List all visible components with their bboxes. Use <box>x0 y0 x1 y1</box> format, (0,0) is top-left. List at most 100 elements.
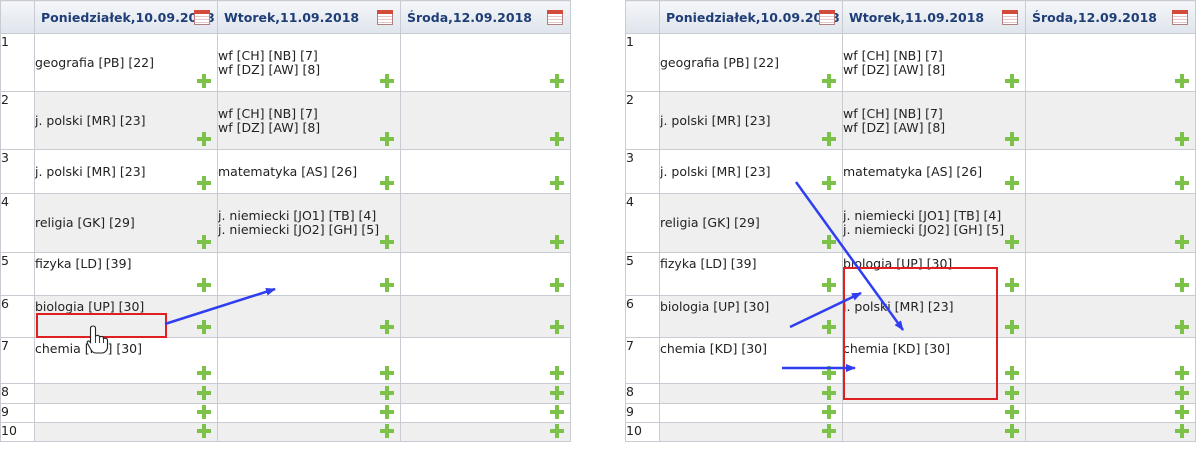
add-lesson-plus-icon[interactable] <box>550 176 564 190</box>
lesson-cell[interactable] <box>400 149 571 194</box>
add-lesson-plus-icon[interactable] <box>1005 235 1019 249</box>
lesson-cell[interactable] <box>659 383 843 404</box>
add-lesson-plus-icon[interactable] <box>380 132 394 146</box>
add-lesson-plus-icon[interactable] <box>822 320 836 334</box>
lesson-entry[interactable]: wf [DZ] [AW] [8] <box>219 62 400 77</box>
add-lesson-plus-icon[interactable] <box>197 176 211 190</box>
lesson-cell[interactable] <box>842 422 1026 442</box>
lesson-cell[interactable] <box>400 33 571 92</box>
lesson-cell[interactable] <box>400 403 571 423</box>
lesson-cell[interactable]: religia [GK] [29] <box>659 193 843 253</box>
lesson-entry[interactable]: geografia [PB] [22] <box>661 55 842 70</box>
lesson-entry[interactable]: fizyka [LD] [39] <box>661 257 842 271</box>
add-lesson-plus-icon[interactable] <box>1175 405 1189 419</box>
lesson-cell[interactable]: wf [CH] [NB] [7] wf [DZ] [AW] [8] <box>217 33 401 92</box>
calendar-icon[interactable] <box>194 10 210 25</box>
lesson-entry[interactable]: j. niemiecki [JO1] [TB] [4] <box>219 209 400 223</box>
lesson-cell[interactable]: religia [GK] [29] <box>34 193 218 253</box>
add-lesson-plus-icon[interactable] <box>1175 132 1189 146</box>
lesson-cell[interactable]: biologia [UP] [30] <box>34 295 218 338</box>
lesson-cell[interactable] <box>217 252 401 296</box>
add-lesson-plus-icon[interactable] <box>1175 366 1189 380</box>
lesson-entry[interactable]: matematyka [AS] [26] <box>844 164 1025 179</box>
add-lesson-plus-icon[interactable] <box>197 386 211 400</box>
lesson-entry[interactable]: j. polski [MR] [23] <box>844 300 1025 314</box>
lesson-entry[interactable]: wf [CH] [NB] [7] <box>219 106 400 121</box>
lesson-cell[interactable]: j. polski [MR] [23] <box>34 149 218 194</box>
add-lesson-plus-icon[interactable] <box>197 366 211 380</box>
add-lesson-plus-icon[interactable] <box>1005 366 1019 380</box>
lesson-cell[interactable]: j. niemiecki [JO1] [TB] [4] j. niemiecki … <box>217 193 401 253</box>
lesson-cell[interactable] <box>400 193 571 253</box>
add-lesson-plus-icon[interactable] <box>822 366 836 380</box>
lesson-cell[interactable] <box>1025 91 1196 150</box>
lesson-cell[interactable] <box>400 337 571 384</box>
lesson-cell[interactable]: biologia [UP] [30] <box>842 252 1026 296</box>
lesson-entry[interactable]: chemia [KD] [30] <box>661 342 842 356</box>
add-lesson-plus-icon[interactable] <box>380 366 394 380</box>
lesson-entry[interactable]: biologia [UP] [30] <box>844 257 1025 271</box>
lesson-cell[interactable] <box>34 422 218 442</box>
lesson-cell[interactable]: chemia [KD] [30] <box>842 337 1026 384</box>
day-header[interactable]: Wtorek,11.09.2018 <box>217 0 401 34</box>
add-lesson-plus-icon[interactable] <box>1175 386 1189 400</box>
lesson-cell[interactable] <box>1025 149 1196 194</box>
lesson-cell[interactable]: matematyka [AS] [26] <box>217 149 401 194</box>
add-lesson-plus-icon[interactable] <box>822 424 836 438</box>
add-lesson-plus-icon[interactable] <box>1005 424 1019 438</box>
lesson-cell[interactable] <box>217 422 401 442</box>
lesson-cell[interactable] <box>1025 295 1196 338</box>
day-header[interactable]: Wtorek,11.09.2018 <box>842 0 1026 34</box>
lesson-entry[interactable]: matematyka [AS] [26] <box>219 164 400 179</box>
add-lesson-plus-icon[interactable] <box>380 235 394 249</box>
lesson-cell[interactable]: wf [CH] [NB] [7] wf [DZ] [AW] [8] <box>217 91 401 150</box>
lesson-cell[interactable]: fizyka [LD] [39] <box>659 252 843 296</box>
lesson-cell[interactable] <box>1025 422 1196 442</box>
lesson-cell[interactable] <box>217 337 401 384</box>
add-lesson-plus-icon[interactable] <box>550 424 564 438</box>
lesson-entry[interactable]: wf [CH] [NB] [7] <box>219 48 400 63</box>
lesson-cell[interactable]: fizyka [LD] [39] <box>34 252 218 296</box>
lesson-entry[interactable]: j. polski [MR] [23] <box>36 113 217 128</box>
lesson-cell[interactable] <box>400 295 571 338</box>
add-lesson-plus-icon[interactable] <box>822 74 836 88</box>
lesson-entry[interactable]: j. niemiecki [JO2] [GH] [5] <box>844 223 1025 237</box>
add-lesson-plus-icon[interactable] <box>197 235 211 249</box>
lesson-entry[interactable]: wf [CH] [NB] [7] <box>844 48 1025 63</box>
add-lesson-plus-icon[interactable] <box>1005 74 1019 88</box>
add-lesson-plus-icon[interactable] <box>1175 235 1189 249</box>
lesson-cell[interactable]: j. polski [MR] [23] <box>842 295 1026 338</box>
lesson-cell[interactable] <box>659 422 843 442</box>
lesson-entry[interactable]: j. niemiecki [JO1] [TB] [4] <box>844 209 1025 223</box>
calendar-icon[interactable] <box>547 10 563 25</box>
lesson-cell[interactable]: wf [CH] [NB] [7] wf [DZ] [AW] [8] <box>842 91 1026 150</box>
calendar-icon[interactable] <box>1172 10 1188 25</box>
add-lesson-plus-icon[interactable] <box>1175 74 1189 88</box>
lesson-cell[interactable] <box>34 383 218 404</box>
lesson-cell[interactable]: geografia [PB] [22] <box>34 33 218 92</box>
lesson-cell[interactable] <box>1025 337 1196 384</box>
calendar-icon[interactable] <box>1002 10 1018 25</box>
lesson-cell[interactable]: geografia [PB] [22] <box>659 33 843 92</box>
lesson-cell[interactable]: wf [CH] [NB] [7] wf [DZ] [AW] [8] <box>842 33 1026 92</box>
lesson-cell[interactable] <box>217 295 401 338</box>
add-lesson-plus-icon[interactable] <box>380 74 394 88</box>
add-lesson-plus-icon[interactable] <box>380 405 394 419</box>
add-lesson-plus-icon[interactable] <box>380 320 394 334</box>
add-lesson-plus-icon[interactable] <box>380 176 394 190</box>
lesson-cell[interactable] <box>217 383 401 404</box>
lesson-cell[interactable] <box>1025 33 1196 92</box>
lesson-cell[interactable]: j. polski [MR] [23] <box>659 149 843 194</box>
add-lesson-plus-icon[interactable] <box>822 405 836 419</box>
lesson-entry[interactable]: wf [DZ] [AW] [8] <box>219 120 400 135</box>
lesson-cell[interactable] <box>217 403 401 423</box>
day-header[interactable]: Poniedziałek,10.09.2018 <box>34 0 218 34</box>
add-lesson-plus-icon[interactable] <box>550 132 564 146</box>
add-lesson-plus-icon[interactable] <box>380 424 394 438</box>
calendar-icon[interactable] <box>377 10 393 25</box>
add-lesson-plus-icon[interactable] <box>822 386 836 400</box>
add-lesson-plus-icon[interactable] <box>550 386 564 400</box>
add-lesson-plus-icon[interactable] <box>197 320 211 334</box>
lesson-entry[interactable]: chemia [KD] [30] <box>36 342 217 356</box>
add-lesson-plus-icon[interactable] <box>197 424 211 438</box>
